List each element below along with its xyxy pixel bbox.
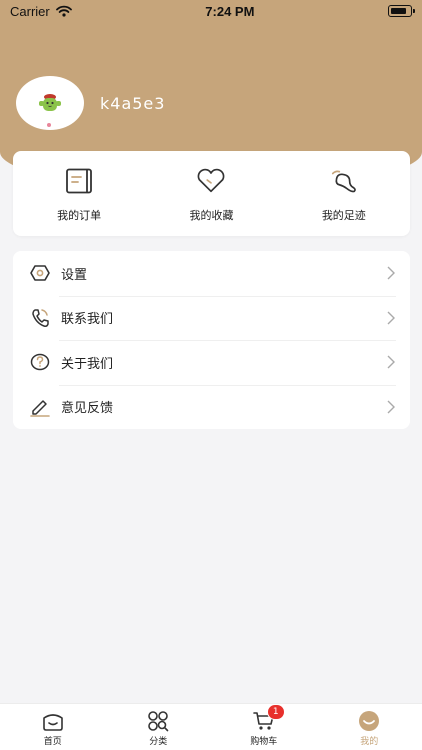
status-time: 7:24 PM — [205, 3, 255, 19]
tab-label: 分类 — [149, 737, 168, 747]
username: k4a5e3 — [100, 93, 166, 113]
cactus-avatar-icon — [39, 94, 61, 111]
carrier-label: Carrier — [10, 3, 50, 19]
my-footprints-button[interactable]: 我的足迹 — [278, 151, 410, 236]
my-favorites-button[interactable]: 我的收藏 — [145, 151, 277, 236]
my-footprints-label: 我的足迹 — [321, 209, 366, 222]
menu-item-label: 联系我们 — [61, 312, 114, 328]
tab-label: 购物车 — [250, 737, 278, 747]
chevron-right-icon — [387, 355, 395, 369]
status-bar: Carrier 7:24 PM — [0, 0, 422, 22]
tab-bar: 首页 分类 1 购物车 我的 — [0, 703, 422, 750]
menu-item-about-us[interactable]: 关于我们 — [13, 340, 410, 385]
status-left: Carrier — [10, 4, 72, 19]
question-icon — [30, 352, 50, 372]
menu-card: 设置 联系我们 关于我们 意见反馈 — [13, 251, 410, 429]
menu-item-label: 设置 — [61, 267, 88, 283]
chevron-right-icon — [387, 311, 395, 325]
settings-icon — [30, 263, 50, 283]
tab-label: 首页 — [43, 737, 62, 747]
profile-icon — [358, 710, 380, 732]
tab-cart[interactable]: 1 购物车 — [211, 704, 317, 750]
menu-item-feedback[interactable]: 意见反馈 — [13, 384, 410, 430]
order-icon — [64, 167, 94, 195]
wifi-icon — [55, 5, 72, 17]
edit-icon — [30, 397, 50, 417]
tab-label: 我的 — [360, 737, 379, 747]
avatar[interactable] — [16, 76, 84, 130]
my-orders-button[interactable]: 我的订单 — [13, 151, 145, 236]
my-favorites-label: 我的收藏 — [189, 209, 234, 222]
cart-badge: 1 — [266, 704, 285, 720]
phone-icon — [30, 308, 50, 328]
home-icon — [42, 710, 64, 732]
menu-item-settings[interactable]: 设置 — [13, 251, 410, 296]
heart-icon — [196, 167, 226, 195]
tab-category[interactable]: 分类 — [106, 704, 212, 750]
menu-item-contact-us[interactable]: 联系我们 — [13, 295, 410, 341]
profile-section[interactable]: k4a5e3 — [16, 76, 165, 130]
avatar-dot — [47, 123, 51, 127]
quick-actions-card: 我的订单 我的收藏 我的足迹 — [13, 151, 410, 236]
category-icon — [147, 710, 169, 732]
footprint-icon — [329, 167, 359, 195]
tab-mine[interactable]: 我的 — [317, 704, 422, 750]
chevron-right-icon — [387, 266, 395, 280]
chevron-right-icon — [387, 400, 395, 414]
my-orders-label: 我的订单 — [57, 209, 102, 222]
menu-item-label: 关于我们 — [61, 356, 114, 372]
menu-item-label: 意见反馈 — [61, 401, 114, 417]
tab-home[interactable]: 首页 — [0, 704, 106, 750]
battery-icon — [388, 5, 415, 17]
cart-icon: 1 — [252, 704, 285, 732]
